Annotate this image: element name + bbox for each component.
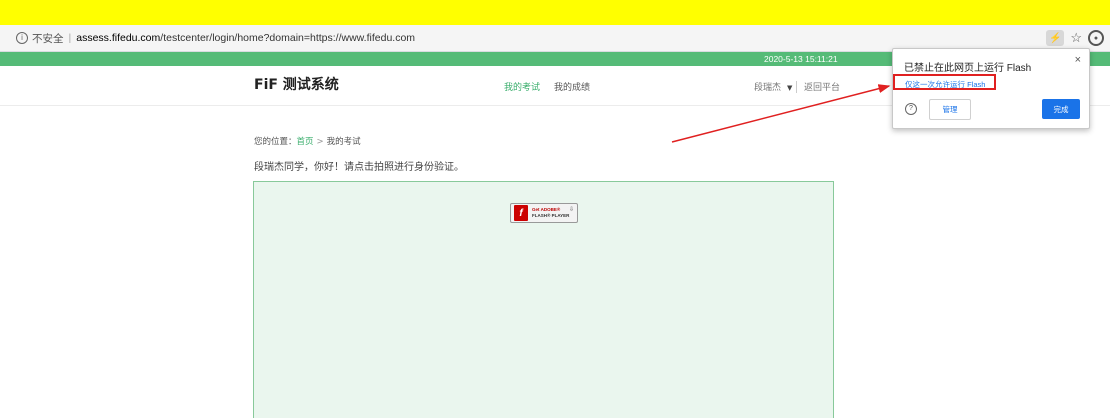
breadcrumb: 您的位置：首页 > 我的考试 [254, 135, 361, 147]
address-bar-icons: ⚡ ☆ ● [1046, 30, 1104, 46]
help-icon[interactable]: ? [905, 103, 917, 115]
nav-my-scores[interactable]: 我的成绩 [554, 80, 590, 93]
annotation-highlight-box [893, 74, 996, 90]
top-yellow-band [0, 0, 1110, 25]
breadcrumb-home-link[interactable]: 首页 [297, 137, 314, 147]
greeting-text: 段瑞杰同学，你好！请点击拍照进行身份验证。 [254, 162, 464, 173]
user-menu[interactable]: 段瑞杰 ▼ [754, 80, 792, 93]
flash-content-area[interactable]: f Get ADOBE® FLASH® PLAYER ⇩ [253, 181, 834, 418]
nav-divider [796, 81, 797, 93]
nav-my-exams[interactable]: 我的考试 [504, 80, 540, 93]
url-path: /testcenter/login/home?domain=https://ww… [160, 32, 416, 44]
close-icon[interactable]: × [1075, 54, 1081, 66]
caret-down-icon: ▼ [787, 84, 793, 92]
get-flash-player-button[interactable]: f Get ADOBE® FLASH® PLAYER ⇩ [510, 203, 578, 223]
back-to-platform-link[interactable]: 返回平台 [804, 80, 840, 93]
get-flash-text: Get ADOBE® FLASH® PLAYER [532, 207, 569, 219]
done-button[interactable]: 完成 [1042, 99, 1080, 119]
flash-logo-icon: f [514, 205, 528, 221]
user-name: 段瑞杰 [754, 83, 782, 93]
popup-title: 已禁止在此网页上运行 Flash [904, 63, 1032, 74]
address-separator: | [68, 32, 72, 44]
security-label: 不安全 [32, 32, 64, 45]
url-host: assess.fifedu.com [76, 32, 161, 44]
bookmark-star-icon[interactable]: ☆ [1070, 30, 1082, 46]
manage-button[interactable]: 管理 [929, 99, 971, 120]
breadcrumb-separator: > [316, 137, 324, 147]
info-icon[interactable]: i [16, 32, 28, 44]
profile-icon[interactable]: ● [1088, 30, 1104, 46]
site-logo[interactable]: FiF 测试系统 [254, 74, 339, 94]
url-text[interactable]: assess.fifedu.com/testcenter/login/home?… [76, 32, 415, 44]
breadcrumb-prefix: 您的位置： [254, 137, 297, 147]
flash-blocked-icon[interactable]: ⚡ [1046, 30, 1065, 46]
breadcrumb-current: 我的考试 [326, 137, 361, 147]
get-flash-line2: FLASH® PLAYER [532, 213, 570, 218]
download-icon: ⇩ [568, 207, 574, 213]
current-datetime: 2020-5-13 15:11:21 [764, 54, 838, 64]
